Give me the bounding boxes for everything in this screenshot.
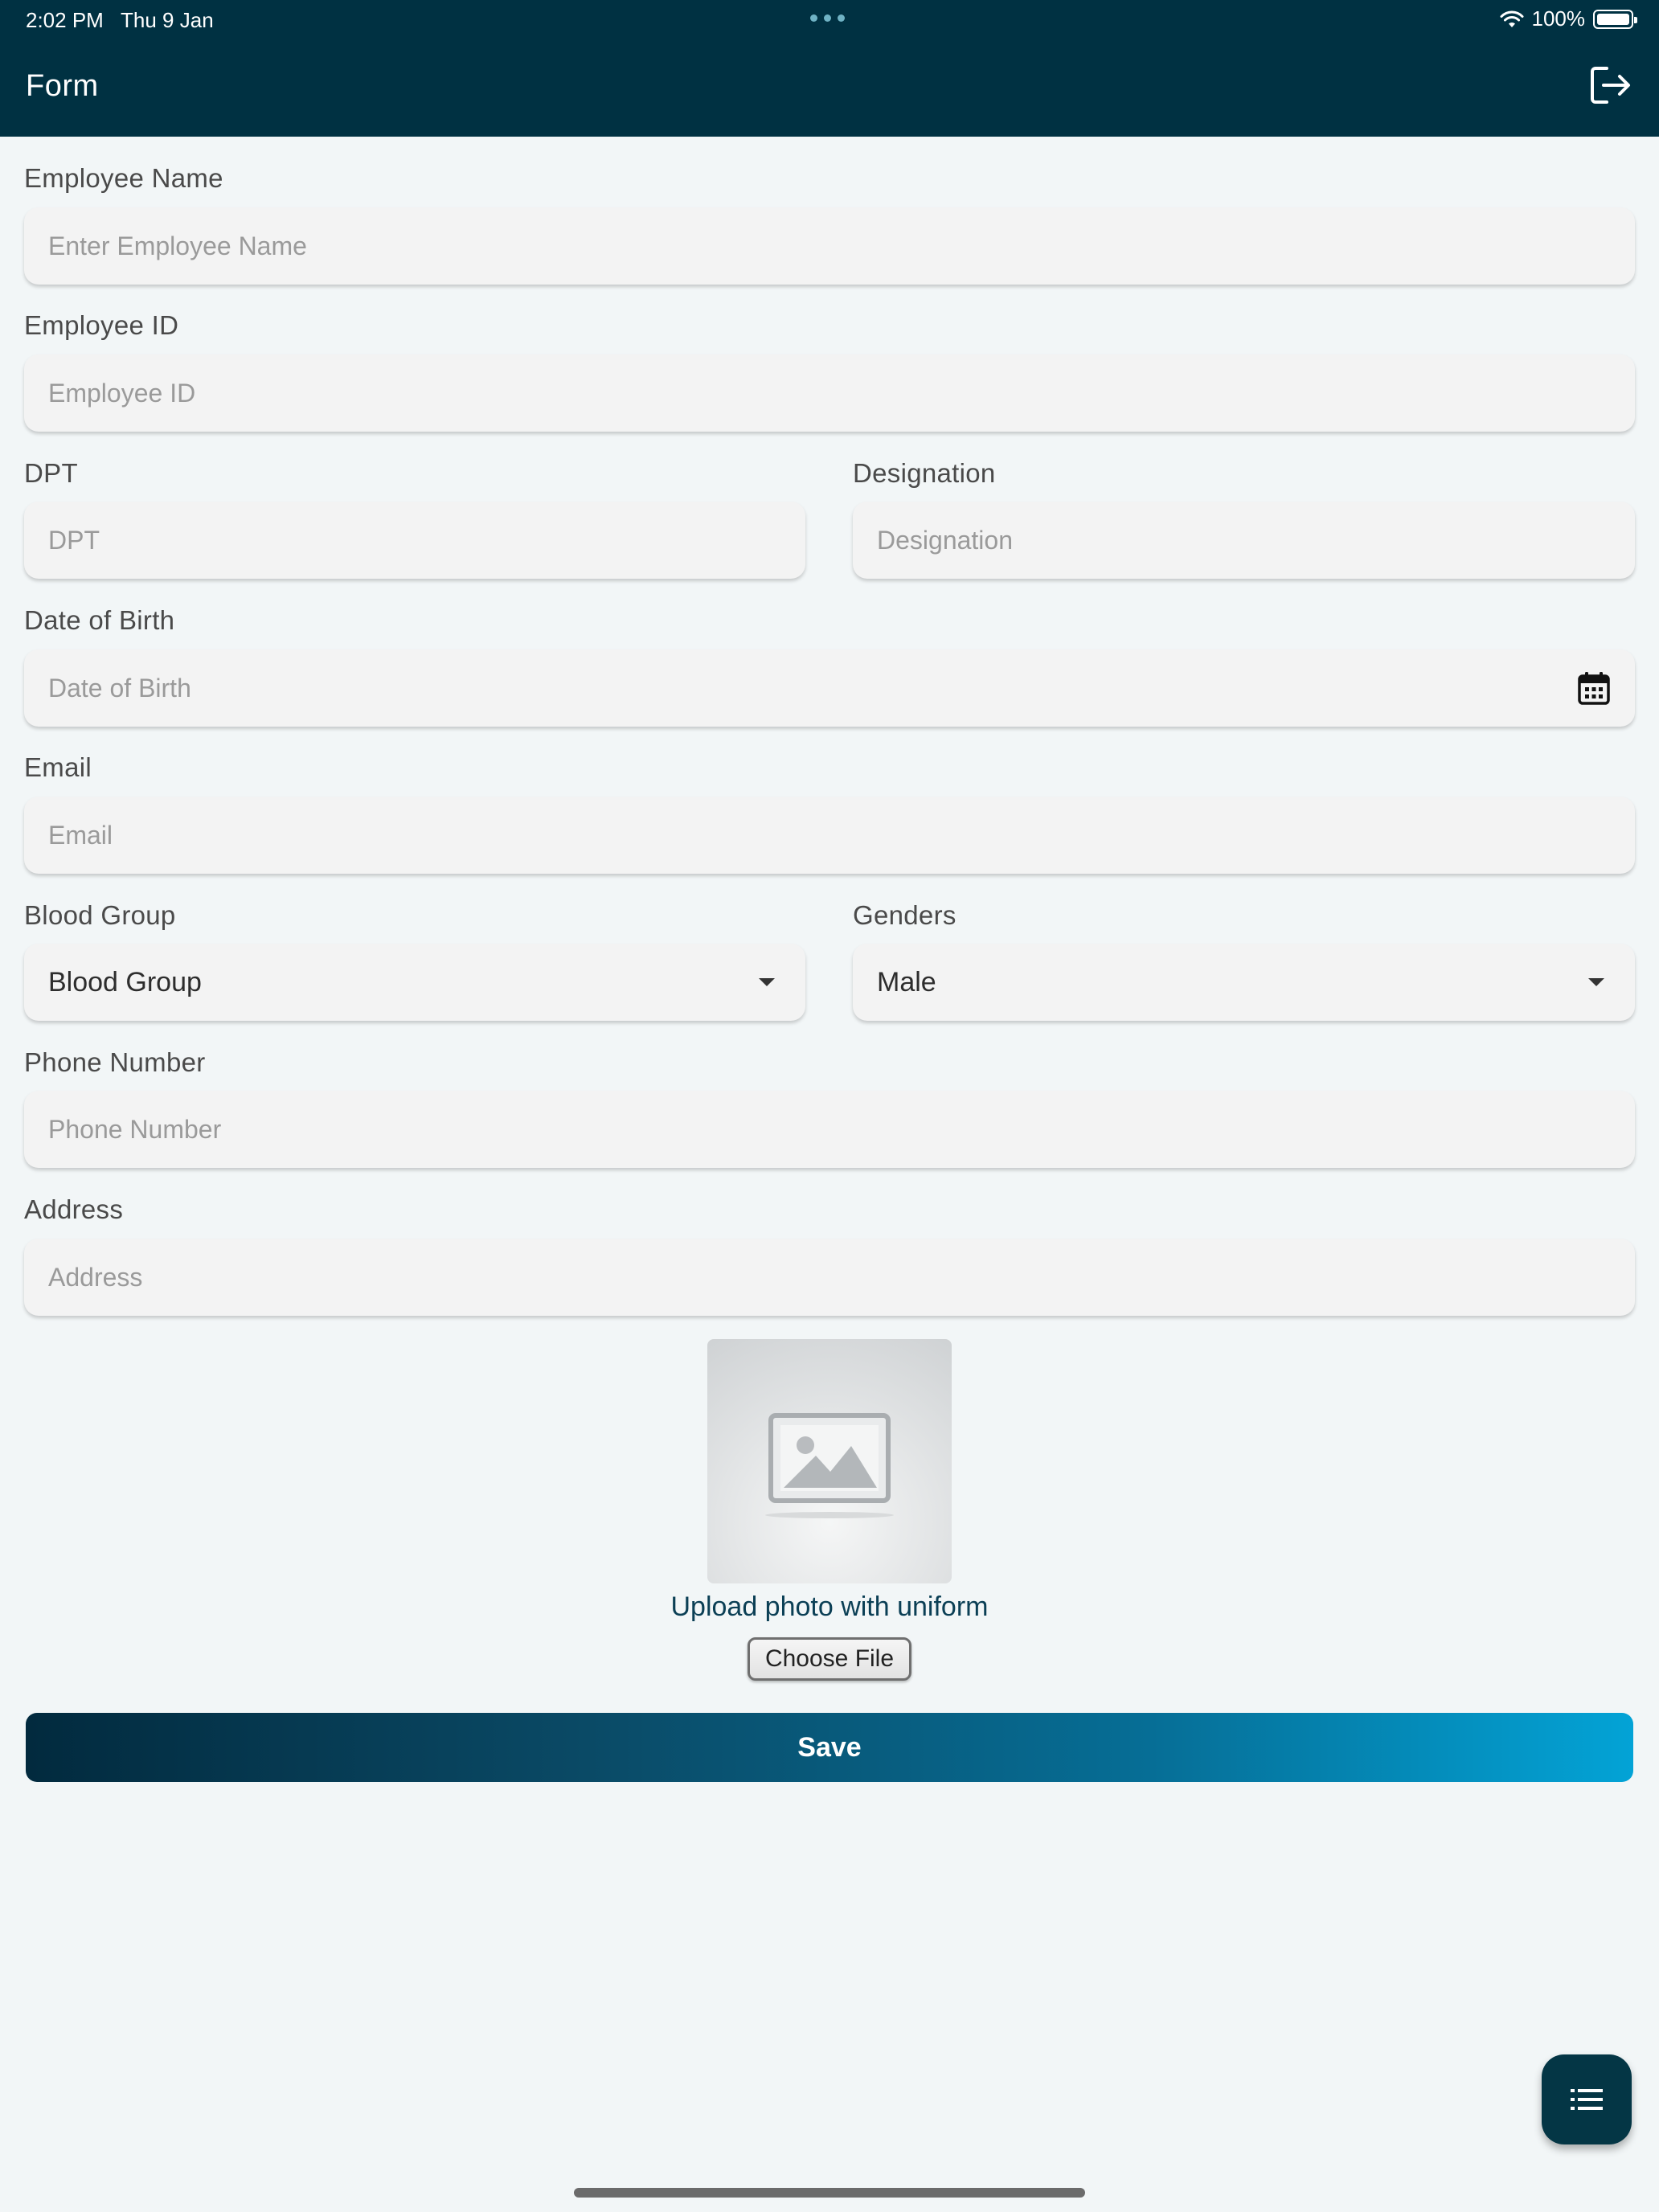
status-time: 2:02 PM Thu 9 Jan <box>26 8 214 33</box>
employee-id-label: Employee ID <box>24 310 179 340</box>
wifi-icon <box>1500 10 1523 27</box>
designation-label: Designation <box>853 458 996 488</box>
employee-name-input[interactable] <box>48 231 1611 261</box>
list-fab-button[interactable] <box>1542 2054 1632 2144</box>
home-indicator[interactable] <box>574 2188 1085 2198</box>
dob-label: Date of Birth <box>24 605 175 635</box>
status-indicators: 100% <box>1500 6 1637 31</box>
address-label: Address <box>24 1194 124 1224</box>
phone-label: Phone Number <box>24 1047 206 1077</box>
employee-name-label: Employee Name <box>24 163 223 193</box>
address-input[interactable] <box>48 1262 1611 1292</box>
status-date: Thu 9 Jan <box>121 8 214 32</box>
employee-id-input[interactable] <box>48 378 1611 408</box>
email-input[interactable] <box>48 820 1611 850</box>
page-title: Form <box>26 69 99 103</box>
gender-select[interactable]: Male <box>853 944 1635 1021</box>
email-field-wrap <box>24 797 1635 874</box>
gender-label: Genders <box>853 900 956 930</box>
designation-input[interactable] <box>877 525 1611 555</box>
logout-button[interactable] <box>1587 63 1635 108</box>
save-button[interactable]: Save <box>26 1713 1633 1782</box>
address-field-wrap <box>24 1239 1635 1316</box>
multitasking-dots-icon[interactable] <box>810 14 845 22</box>
image-placeholder-icon <box>765 1413 894 1518</box>
list-icon <box>1571 2089 1603 2110</box>
logout-icon <box>1591 67 1630 104</box>
dob-input[interactable] <box>48 673 1611 703</box>
status-clock: 2:02 PM <box>26 8 104 32</box>
battery-icon <box>1593 9 1637 29</box>
employee-id-field-wrap <box>24 354 1635 432</box>
dob-field-wrap <box>24 649 1635 727</box>
phone-input[interactable] <box>48 1114 1611 1145</box>
phone-field-wrap <box>24 1091 1635 1168</box>
email-label: Email <box>24 752 92 782</box>
calendar-icon[interactable] <box>1577 670 1611 706</box>
gender-value: Male <box>877 966 936 997</box>
blood-group-select[interactable]: Blood Group <box>24 944 805 1021</box>
blood-group-label: Blood Group <box>24 900 176 930</box>
photo-preview[interactable] <box>707 1339 952 1583</box>
dpt-input[interactable] <box>48 525 781 555</box>
chevron-down-icon <box>1588 978 1604 986</box>
designation-field-wrap <box>853 502 1635 579</box>
blood-group-value: Blood Group <box>48 966 202 997</box>
app-bar: 2:02 PM Thu 9 Jan 100% Form <box>0 0 1659 137</box>
dpt-field-wrap <box>24 502 805 579</box>
chevron-down-icon <box>759 978 775 986</box>
battery-percent: 100% <box>1531 6 1586 31</box>
employee-name-field-wrap <box>24 207 1635 285</box>
dpt-label: DPT <box>24 458 78 488</box>
choose-file-button[interactable]: Choose File <box>748 1637 911 1681</box>
upload-caption: Upload photo with uniform <box>670 1591 989 1622</box>
